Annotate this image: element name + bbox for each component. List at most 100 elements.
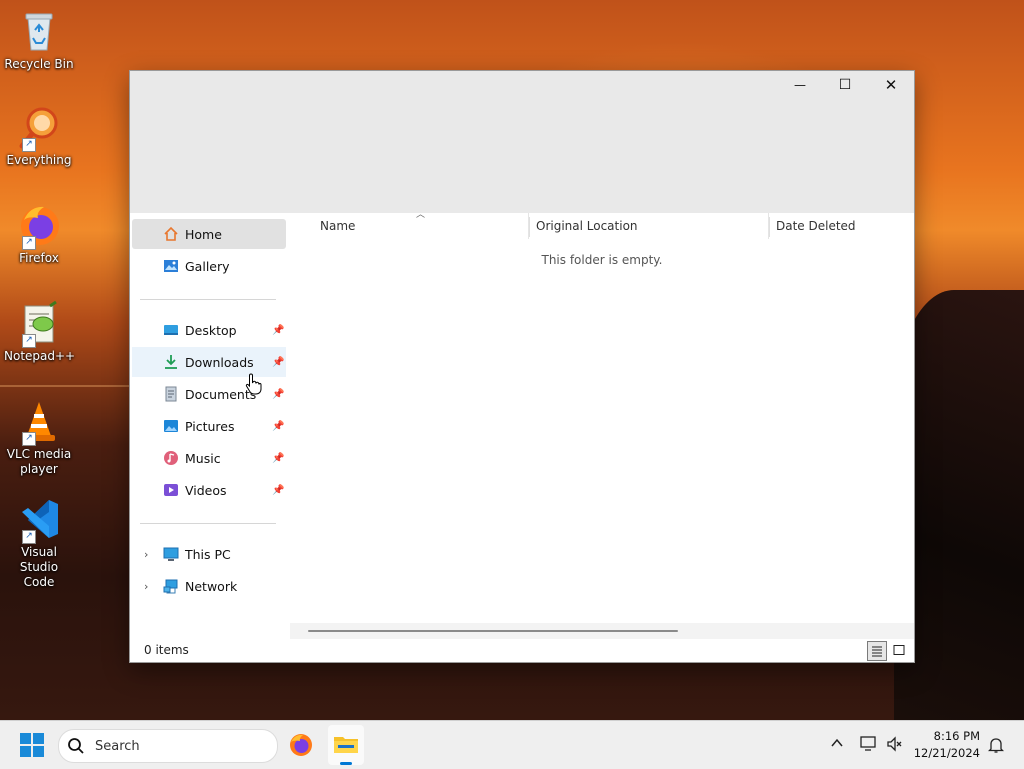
nav-item-music[interactable]: Music 📌 [132, 443, 286, 473]
horizontal-scrollbar[interactable] [290, 623, 914, 639]
firefox-icon [290, 734, 312, 756]
desktop-icon-everything[interactable]: ↗ Everything [4, 104, 74, 168]
nav-item-label: Pictures [185, 418, 235, 434]
desktop-icon-recycle-bin[interactable]: Recycle Bin [4, 8, 74, 72]
home-icon [163, 226, 179, 242]
column-header-label: Original Location [536, 219, 638, 233]
minimize-icon: — [794, 78, 806, 92]
chevron-right-icon[interactable]: › [144, 548, 148, 561]
column-header-date-deleted[interactable]: Date Deleted [776, 213, 914, 239]
details-view-button[interactable] [867, 641, 887, 661]
taskbar-firefox-button[interactable] [288, 732, 314, 761]
shortcut-arrow-icon: ↗ [22, 530, 36, 544]
volume-muted-icon[interactable] [886, 736, 904, 755]
folder-icon [334, 737, 358, 753]
taskbar-search-box[interactable]: Search [58, 729, 278, 763]
nav-item-label: Music [185, 450, 221, 466]
music-icon [163, 450, 179, 466]
title-bar: — ☐ ✕ [130, 71, 914, 213]
taskbar-file-explorer-button[interactable] [328, 725, 364, 765]
search-placeholder: Search [95, 738, 140, 754]
clock-date[interactable]: 12/21/2024 [910, 746, 980, 760]
details-view-icon [872, 646, 882, 657]
nav-item-home[interactable]: Home [132, 219, 286, 249]
nav-item-label: Videos [185, 482, 227, 498]
status-bar: 0 items [130, 639, 914, 662]
network-status-icon[interactable] [860, 736, 878, 755]
documents-icon [163, 386, 179, 402]
chevron-right-icon[interactable]: › [144, 580, 148, 593]
desktop-icon-label: Notepad++ [4, 349, 76, 363]
close-button[interactable]: ✕ [868, 71, 914, 99]
notepad-plus-plus-icon: ↗ [16, 300, 62, 348]
nav-item-this-pc[interactable]: › This PC [132, 539, 286, 569]
everything-search-icon: ↗ [16, 104, 62, 152]
column-header-label: Name [320, 219, 356, 233]
desktop-icon-firefox[interactable]: ↗ Firefox [4, 202, 74, 266]
maximize-icon: ☐ [838, 77, 852, 93]
pin-icon[interactable]: 📌 [272, 325, 284, 336]
desktop-icon-label: Recycle Bin [4, 57, 74, 71]
maximize-button[interactable]: ☐ [822, 71, 868, 99]
nav-item-label: Home [185, 226, 222, 242]
vlc-cone-icon: ↗ [16, 398, 62, 446]
shortcut-arrow-icon: ↗ [22, 432, 36, 446]
column-divider[interactable] [769, 217, 770, 237]
pin-icon[interactable]: 📌 [272, 389, 284, 400]
nav-item-pictures[interactable]: Pictures 📌 [132, 411, 286, 441]
search-icon [68, 738, 84, 754]
pin-icon[interactable]: 📌 [272, 485, 284, 496]
tiles-view-button[interactable] [890, 641, 908, 659]
network-icon [163, 578, 179, 594]
taskbar: Search 8:16 PM 12/21/2024 [0, 720, 1024, 769]
monitor-icon [163, 546, 179, 562]
nav-item-label: Desktop [185, 322, 237, 338]
desktop-icon-label: VLC media player [6, 447, 72, 476]
vscode-icon: ↗ [16, 496, 62, 544]
nav-item-desktop[interactable]: Desktop 📌 [132, 315, 286, 345]
empty-folder-message: This folder is empty. [541, 253, 663, 267]
content-pane: ︿ Name Original Location Date Deleted Th… [290, 210, 914, 639]
pin-icon[interactable]: 📌 [272, 421, 284, 432]
nav-item-label: Downloads [185, 354, 254, 370]
explorer-window: — ☐ ✕ Home Gallery Desktop � [130, 71, 914, 662]
clock-time[interactable]: 8:16 PM [910, 729, 980, 743]
videos-icon [163, 482, 179, 498]
column-header-name[interactable]: Name [320, 213, 529, 239]
shortcut-arrow-icon: ↗ [22, 236, 36, 250]
start-button[interactable] [20, 733, 44, 760]
pin-icon[interactable]: 📌 [272, 453, 284, 464]
nav-separator [140, 523, 276, 524]
column-header-label: Date Deleted [776, 219, 856, 233]
desktop-icon-label: Everything [6, 153, 72, 167]
desktop-icon-label: Visual Studio Code [19, 545, 59, 589]
shortcut-arrow-icon: ↗ [22, 334, 36, 348]
item-count: 0 items [144, 643, 189, 657]
desktop-icon-vscode[interactable]: ↗ Visual Studio Code [4, 496, 74, 590]
hand-cursor-icon [245, 373, 263, 398]
scrollbar-thumb[interactable] [308, 630, 678, 632]
download-arrow-icon [163, 354, 179, 370]
shortcut-arrow-icon: ↗ [22, 138, 36, 152]
pictures-icon [163, 418, 179, 434]
recycle-bin-icon [16, 8, 62, 54]
close-icon: ✕ [884, 76, 898, 94]
desktop-icon-notepad-plus-plus[interactable]: ↗ Notepad++ [4, 300, 76, 364]
chevron-up-icon[interactable] [830, 736, 844, 753]
column-header-original-location[interactable]: Original Location [536, 213, 769, 239]
notification-bell-icon[interactable] [987, 736, 1005, 757]
nav-item-videos[interactable]: Videos 📌 [132, 475, 286, 505]
pin-icon[interactable]: 📌 [272, 357, 284, 368]
nav-item-label: Network [185, 578, 238, 594]
nav-item-gallery[interactable]: Gallery [132, 251, 286, 281]
desktop-icon-vlc[interactable]: ↗ VLC media player [4, 398, 74, 477]
windows-logo-icon [20, 733, 44, 757]
column-divider[interactable] [529, 217, 530, 237]
firefox-icon: ↗ [16, 202, 62, 250]
minimize-button[interactable]: — [777, 71, 823, 99]
active-app-indicator [340, 762, 352, 765]
tiles-view-icon [893, 645, 905, 655]
nav-item-network[interactable]: › Network [132, 571, 286, 601]
desktop-icon-label: Firefox [19, 251, 59, 265]
desktop-folder-icon [163, 322, 179, 338]
